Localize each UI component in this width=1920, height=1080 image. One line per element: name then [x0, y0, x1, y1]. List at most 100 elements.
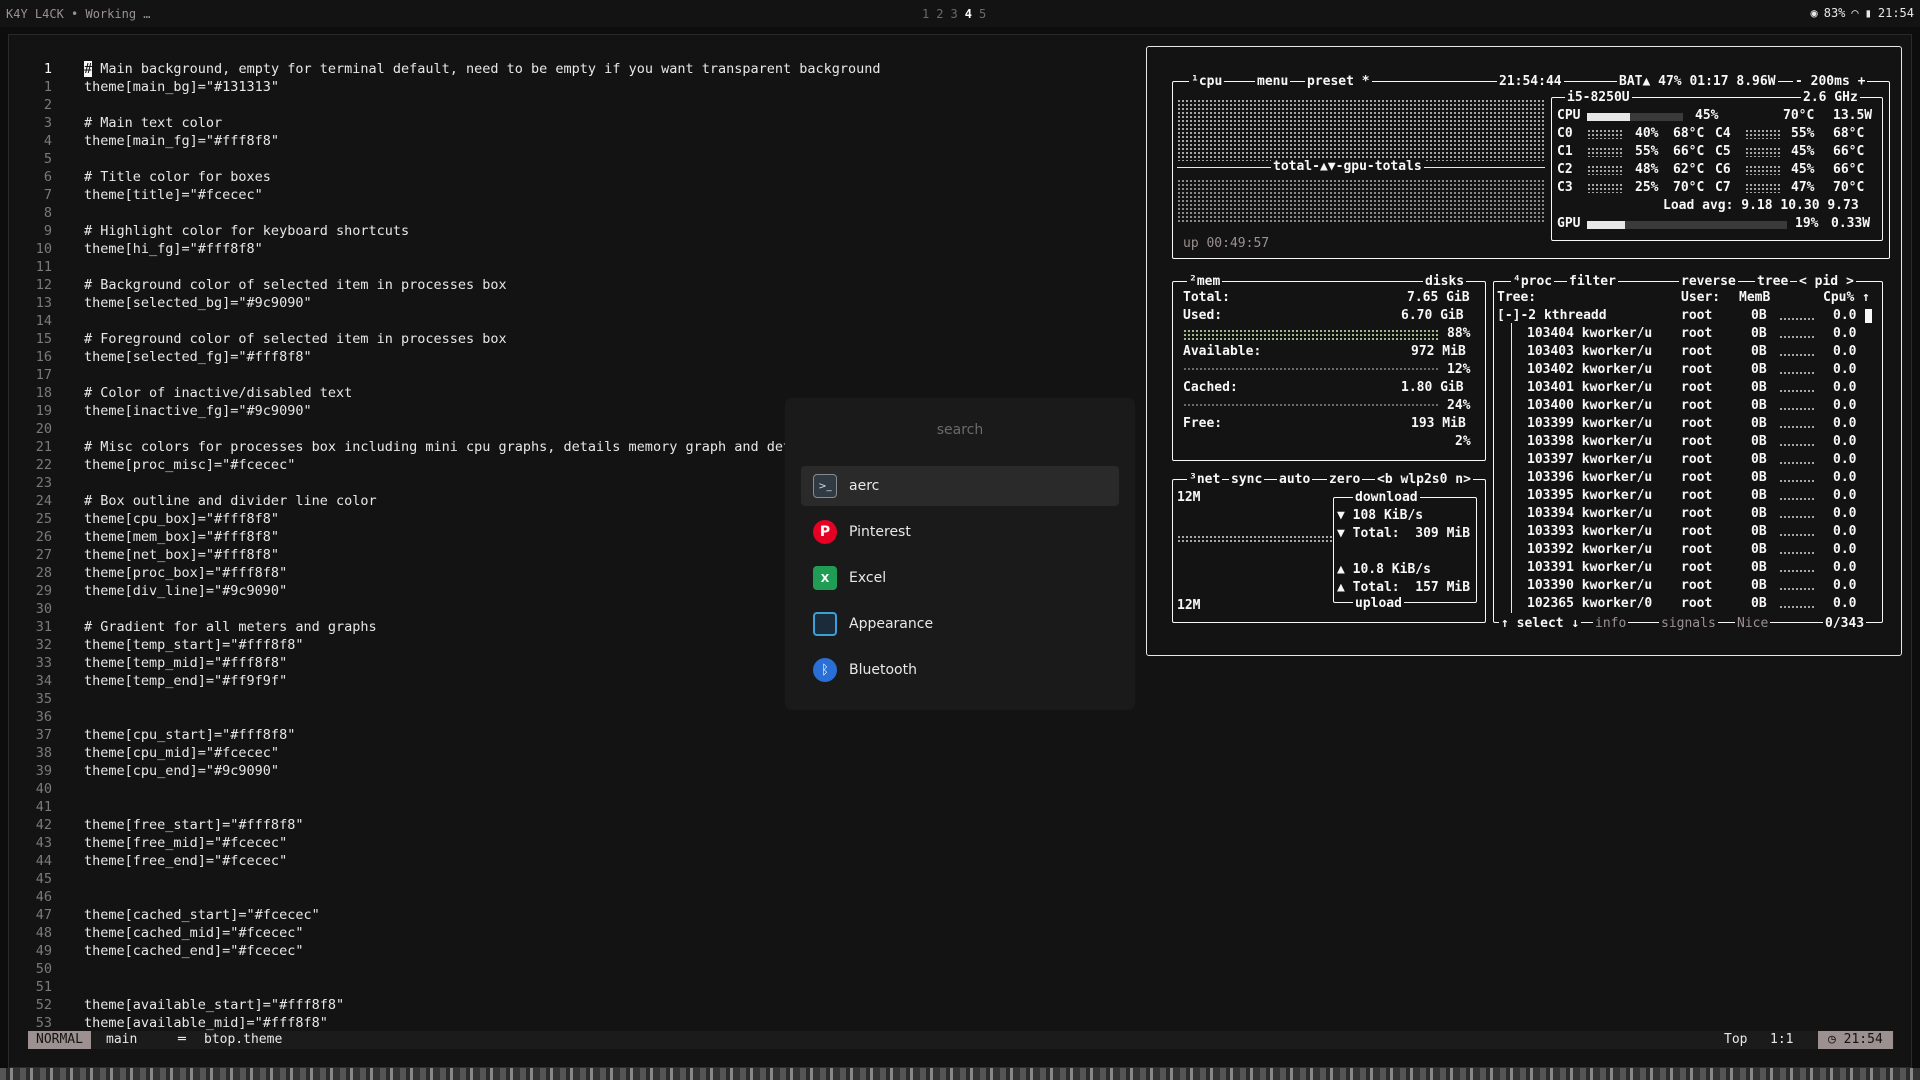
- line-text: # Main text color: [84, 115, 223, 131]
- process-cpu-graph: [1779, 389, 1815, 393]
- scroll-indicator: Top: [1724, 1032, 1748, 1047]
- process-cpu: 0.0: [1833, 416, 1857, 431]
- editor-line[interactable]: 40: [10, 780, 62, 798]
- preset-button[interactable]: preset *: [1305, 73, 1372, 91]
- editor-line[interactable]: 14: [10, 312, 62, 330]
- cpu-title[interactable]: ¹cpu: [1189, 73, 1225, 91]
- editor-line[interactable]: 3 # Main text color: [10, 114, 222, 132]
- proc-scrollbar[interactable]: [1865, 309, 1872, 323]
- editor-line[interactable]: 43 theme[free_mid]="#fcecec": [10, 834, 287, 852]
- net-zero-button[interactable]: zero: [1327, 471, 1363, 489]
- editor-line[interactable]: 5: [10, 150, 62, 168]
- workspace-5[interactable]: 5: [979, 7, 986, 21]
- net-scale-top: 12M: [1177, 490, 1201, 505]
- battery-icon[interactable]: ▮: [1865, 6, 1872, 20]
- editor-line[interactable]: 31 # Gradient for all meters and graphs: [10, 618, 377, 636]
- editor-line[interactable]: 29 theme[div_line]="#9c9090": [10, 582, 287, 600]
- editor-line[interactable]: 53 theme[available_mid]="#fff8f8": [10, 1014, 328, 1032]
- editor-line[interactable]: 37 theme[cpu_start]="#fff8f8": [10, 726, 296, 744]
- launcher-item-excel[interactable]: X Excel: [801, 558, 1119, 598]
- launcher-item-bluetooth[interactable]: ᛒ Bluetooth: [801, 650, 1119, 690]
- line-content: theme[net_box]="#fff8f8": [84, 546, 279, 564]
- workspace-3[interactable]: 3: [950, 7, 957, 21]
- net-graph: [1177, 535, 1333, 543]
- editor-line[interactable]: 36: [10, 708, 62, 726]
- menu-button[interactable]: menu: [1255, 73, 1291, 91]
- editor-line[interactable]: 34 theme[temp_end]="#ff9f9f": [10, 672, 287, 690]
- line-content: # Box outline and divider line color: [84, 492, 377, 510]
- workspace-1[interactable]: 1: [922, 7, 929, 21]
- net-sync-button[interactable]: sync: [1229, 471, 1265, 489]
- process-cpu-graph: [1779, 479, 1815, 483]
- line-text: theme[cpu_mid]="#fcecec": [84, 745, 280, 761]
- editor-line[interactable]: 12 # Background color of selected item in…: [10, 276, 507, 294]
- editor-line[interactable]: 33 theme[temp_mid]="#fff8f8": [10, 654, 287, 672]
- proc-signals-button[interactable]: signals: [1659, 615, 1718, 633]
- process-mem: 0B: [1751, 434, 1767, 449]
- editor-line[interactable]: 32 theme[temp_start]="#fff8f8": [10, 636, 304, 654]
- editor-line[interactable]: 47 theme[cached_start]="#fcecec": [10, 906, 320, 924]
- process-mem: 0B: [1751, 578, 1767, 593]
- editor-line[interactable]: 16 theme[selected_fg]="#fff8f8": [10, 348, 312, 366]
- editor-line[interactable]: 17: [10, 366, 62, 384]
- editor-line[interactable]: 7 theme[title]="#fcecec": [10, 186, 263, 204]
- editor-line[interactable]: 4 theme[main_fg]="#fff8f8": [10, 132, 279, 150]
- line-number: 33: [35, 655, 52, 671]
- net-title[interactable]: ³net: [1187, 471, 1223, 489]
- editor-line[interactable]: 22 theme[proc_misc]="#fcecec": [10, 456, 296, 474]
- editor-line[interactable]: 28 theme[proc_box]="#fff8f8": [10, 564, 287, 582]
- proc-nice-button[interactable]: Nice: [1735, 615, 1771, 633]
- editor-line[interactable]: 52 theme[available_start]="#fff8f8": [10, 996, 344, 1014]
- editor-line[interactable]: 10 theme[hi_fg]="#fff8f8": [10, 240, 263, 258]
- editor-line[interactable]: 1 theme[main_bg]="#131313": [10, 78, 279, 96]
- editor-line[interactable]: 38 theme[cpu_mid]="#fcecec": [10, 744, 279, 762]
- editor-line[interactable]: 15 # Foreground color of selected item in…: [10, 330, 507, 348]
- editor-line[interactable]: 41: [10, 798, 62, 816]
- launcher-item-aerc[interactable]: >_ aerc: [801, 466, 1119, 506]
- editor-line[interactable]: 19 theme[inactive_fg]="#9c9090": [10, 402, 312, 420]
- editor-line[interactable]: 24 # Box outline and divider line color: [10, 492, 377, 510]
- core-percent: 47%: [1791, 180, 1815, 195]
- editor-line[interactable]: 42 theme[free_start]="#fff8f8": [10, 816, 304, 834]
- editor-line[interactable]: 48 theme[cached_mid]="#fcecec": [10, 924, 304, 942]
- editor-line[interactable]: 2: [10, 96, 62, 114]
- proc-filter-button[interactable]: filter: [1567, 273, 1618, 291]
- editor-line[interactable]: 1 # Main background, empty for terminal d…: [10, 60, 881, 78]
- workspace-4[interactable]: 4: [965, 7, 972, 21]
- net-auto-button[interactable]: auto: [1277, 471, 1313, 489]
- editor-line[interactable]: 25 theme[cpu_box]="#fff8f8": [10, 510, 279, 528]
- process-cpu-graph: [1779, 425, 1815, 429]
- line-text: Main background, empty for terminal defa…: [92, 61, 881, 77]
- process-name: 103404 kworker/u: [1527, 326, 1653, 341]
- editor-line[interactable]: 39 theme[cpu_end]="#9c9090": [10, 762, 279, 780]
- launcher-item-pinterest[interactable]: P Pinterest: [801, 512, 1119, 552]
- editor-line[interactable]: 51: [10, 978, 62, 996]
- wifi-icon[interactable]: ◠: [1851, 6, 1858, 20]
- editor-line[interactable]: 13 theme[selected_bg]="#9c9090": [10, 294, 312, 312]
- proc-info-button[interactable]: info: [1593, 615, 1629, 633]
- launcher-item-appearance[interactable]: Appearance: [801, 604, 1119, 644]
- editor-line[interactable]: 35: [10, 690, 62, 708]
- editor-line[interactable]: 27 theme[net_box]="#fff8f8": [10, 546, 279, 564]
- editor-line[interactable]: 44 theme[free_end]="#fcecec": [10, 852, 287, 870]
- editor-line[interactable]: 49 theme[cached_end]="#fcecec": [10, 942, 304, 960]
- editor-line[interactable]: 30: [10, 600, 62, 618]
- editor-line[interactable]: 20: [10, 420, 62, 438]
- editor-line[interactable]: 45: [10, 870, 62, 888]
- editor-line[interactable]: 46: [10, 888, 62, 906]
- editor-line[interactable]: 6 # Title color for boxes: [10, 168, 271, 186]
- line-text: # Background color of selected item in p…: [84, 277, 507, 293]
- editor-line[interactable]: 21 # Misc colors for processes box includ…: [10, 438, 800, 456]
- editor-line[interactable]: 9 # Highlight color for keyboard shortcut…: [10, 222, 409, 240]
- workspace-2[interactable]: 2: [936, 7, 943, 21]
- editor-line[interactable]: 26 theme[mem_box]="#fff8f8": [10, 528, 279, 546]
- editor-line[interactable]: 50: [10, 960, 62, 978]
- proc-select-button[interactable]: ↑ select ↓: [1499, 615, 1582, 633]
- launcher-search-input[interactable]: search: [785, 422, 1135, 438]
- editor-line[interactable]: 23: [10, 474, 62, 492]
- net-interface[interactable]: <b wlp2s0 n>: [1375, 471, 1473, 489]
- editor-line[interactable]: 8: [10, 204, 62, 222]
- editor-line[interactable]: 11: [10, 258, 62, 276]
- editor-line[interactable]: 18 # Color of inactive/disabled text: [10, 384, 352, 402]
- line-content: # Gradient for all meters and graphs: [84, 618, 377, 636]
